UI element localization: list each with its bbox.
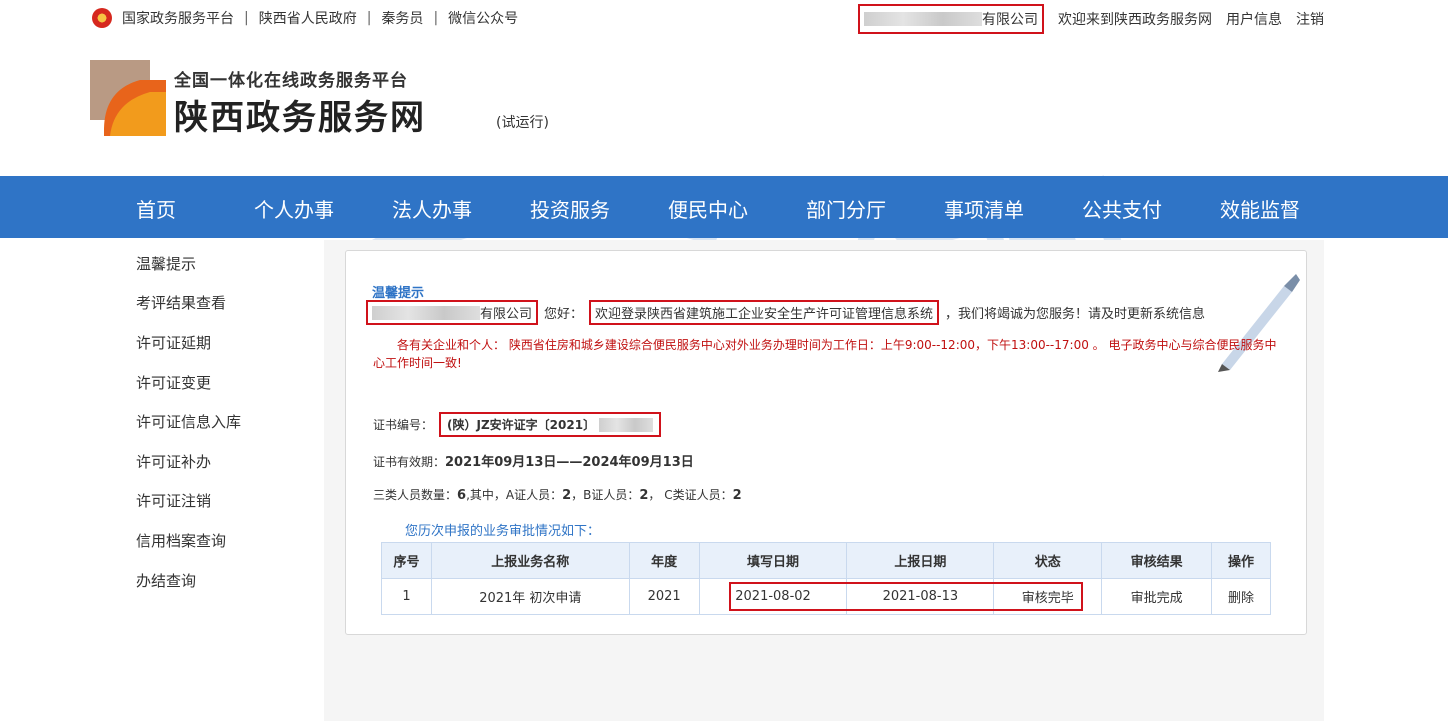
welcome-tail: ，我们将竭诚为您服务！请及时更新系统信息 — [945, 307, 1206, 322]
nav-home[interactable]: 首页 — [136, 194, 176, 223]
col-header-report-date: 上报日期 — [846, 542, 995, 579]
nav-supervision[interactable]: 效能监督 — [1220, 194, 1300, 223]
system-welcome-box: 欢迎登录陕西省建筑施工企业安全生产许可证管理信息系统 — [589, 300, 940, 325]
cell-fill-date: 2021-08-02 — [698, 578, 848, 615]
history-title: 您历次申报的业务审批情况如下： — [405, 524, 601, 539]
col-header-year: 年度 — [628, 542, 700, 579]
logo-subtitle: 全国一体化在线政务服务平台 — [174, 71, 408, 91]
sidebar-item-import[interactable]: 许可证信息入库 — [136, 411, 241, 432]
validity-row: 证书有效期：2021年09月13日——2024年09月13日 — [373, 451, 694, 470]
user-info-link[interactable]: 用户信息 — [1226, 9, 1282, 29]
nav-item-list[interactable]: 事项清单 — [944, 194, 1024, 223]
cert-label: 证书编号： — [373, 418, 434, 432]
cert-number: (陕）JZ安许证字〔2021〕 — [447, 418, 596, 432]
sidebar-item-completed[interactable]: 办结查询 — [136, 570, 196, 591]
cell-year: 2021 — [628, 578, 700, 615]
history-table: 序号 上报业务名称 年度 填写日期 上报日期 状态 审核结果 操作 1 2021… — [381, 542, 1271, 615]
cell-report-date: 2021-08-13 — [846, 578, 995, 615]
top-link-province[interactable]: 陕西省人民政府 — [259, 8, 357, 28]
staff-c-label: ， C类证人员： — [648, 488, 733, 502]
delete-button[interactable]: 删除 — [1211, 578, 1271, 615]
hello-text: 您好： — [544, 307, 584, 322]
staff-a: 2 — [562, 488, 572, 503]
col-header-result: 审核结果 — [1101, 542, 1212, 579]
table-header-row: 序号 上报业务名称 年度 填写日期 上报日期 状态 审核结果 操作 — [381, 542, 1271, 579]
nav-legal[interactable]: 法人办事 — [392, 194, 472, 223]
col-header-name: 上报业务名称 — [430, 542, 630, 579]
sidebar-item-evaluation[interactable]: 考评结果查看 — [136, 292, 226, 313]
business-name-link[interactable]: 2021年 初次申请 — [430, 578, 630, 615]
col-header-action: 操作 — [1211, 542, 1271, 579]
system-welcome-text: 欢迎登录陕西省建筑施工企业安全生产许可证管理信息系统 — [595, 307, 934, 322]
tip-title: 温馨提示 — [372, 286, 425, 301]
separator: | — [244, 10, 249, 26]
company-name-box: 有限公司 — [366, 300, 539, 325]
nav-departments[interactable]: 部门分厅 — [806, 194, 886, 223]
validity-label: 证书有效期： — [373, 455, 446, 469]
top-bar: 国家政务服务平台 | 陕西省人民政府 | 秦务员 | 微信公众号 有限公司 欢迎… — [0, 0, 1448, 36]
nav-payment[interactable]: 公共支付 — [1082, 194, 1162, 223]
site-logo[interactable]: 全国一体化在线政务服务平台 陕西政务服务网 — [90, 60, 560, 140]
logo-mark-icon — [90, 60, 166, 136]
sidebar-item-tips[interactable]: 温馨提示 — [136, 253, 196, 274]
trial-label: (试运行) — [496, 115, 549, 131]
nav-investment[interactable]: 投资服务 — [530, 194, 610, 223]
national-emblem-icon — [92, 8, 112, 28]
top-link-qinwuyuan[interactable]: 秦务员 — [381, 8, 423, 28]
col-header-fill-date: 填写日期 — [698, 542, 848, 579]
top-link-national[interactable]: 国家政务服务平台 — [122, 8, 234, 28]
notice-text: 各有关企业和个人： 陕西省住房和城乡建设综合便民服务中心对外业务办理时间为工作日… — [373, 338, 1277, 370]
staff-b-label: ，B证人员： — [571, 488, 640, 502]
result-link[interactable]: 审批完成 — [1101, 578, 1212, 615]
table-row: 1 2021年 初次申请 2021 2021-08-02 2021-08-13 … — [381, 578, 1271, 615]
sidebar-item-credit[interactable]: 信用档案查询 — [136, 530, 226, 551]
main-nav: 首页 个人办事 法人办事 投资服务 便民中心 部门分厅 事项清单 公共支付 效能… — [0, 176, 1448, 238]
company-suffix: 有限公司 — [982, 12, 1038, 28]
sidebar: 温馨提示 考评结果查看 许可证延期 许可证变更 许可证信息入库 许可证补办 许可… — [88, 240, 324, 721]
logout-link[interactable]: 注销 — [1296, 9, 1324, 29]
validity-value: 2021年09月13日——2024年09月13日 — [445, 455, 694, 470]
welcome-row: 有限公司 您好： 欢迎登录陕西省建筑施工企业安全生产许可证管理信息系统 ，我们将… — [366, 300, 1205, 325]
nav-personal[interactable]: 个人办事 — [254, 194, 334, 223]
staff-row: 三类人员数量：6,其中，A证人员：2，B证人员：2， C类证人员：2 — [373, 486, 742, 503]
separator: | — [366, 10, 372, 26]
staff-mid: ,其中，A证人员： — [466, 488, 563, 502]
top-link-wechat[interactable]: 微信公众号 — [448, 8, 518, 28]
col-header-index: 序号 — [381, 542, 432, 579]
redacted-text — [864, 12, 982, 26]
sidebar-item-cancel[interactable]: 许可证注销 — [136, 490, 211, 511]
logo-title: 陕西政务服务网 — [174, 98, 426, 138]
cert-row: 证书编号： (陕）JZ安许证字〔2021〕 — [373, 412, 662, 437]
cert-number-box: (陕）JZ安许证字〔2021〕 — [439, 412, 662, 437]
redacted-text — [372, 305, 480, 320]
redacted-text — [599, 417, 654, 432]
sidebar-item-reissue[interactable]: 许可证补办 — [136, 451, 211, 472]
welcome-text: 欢迎来到陕西政务服务网 — [1058, 12, 1212, 28]
staff-c: 2 — [732, 488, 742, 503]
cell-status: 审核完毕 — [993, 578, 1103, 615]
cell-index: 1 — [381, 578, 432, 615]
col-header-status: 状态 — [993, 542, 1103, 579]
company-suffix: 有限公司 — [480, 307, 533, 322]
sidebar-item-change[interactable]: 许可证变更 — [136, 372, 211, 393]
staff-label: 三类人员数量： — [373, 488, 458, 502]
top-links: 国家政务服务平台 | 陕西省人民政府 | 秦务员 | 微信公众号 — [92, 8, 518, 28]
company-name-top: 有限公司 — [858, 4, 1044, 34]
sidebar-item-extend[interactable]: 许可证延期 — [136, 332, 211, 353]
staff-total: 6 — [457, 488, 467, 503]
top-user-area: 有限公司 欢迎来到陕西政务服务网 用户信息 注销 — [858, 4, 1324, 34]
separator: | — [433, 10, 439, 26]
nav-convenience[interactable]: 便民中心 — [668, 194, 748, 223]
